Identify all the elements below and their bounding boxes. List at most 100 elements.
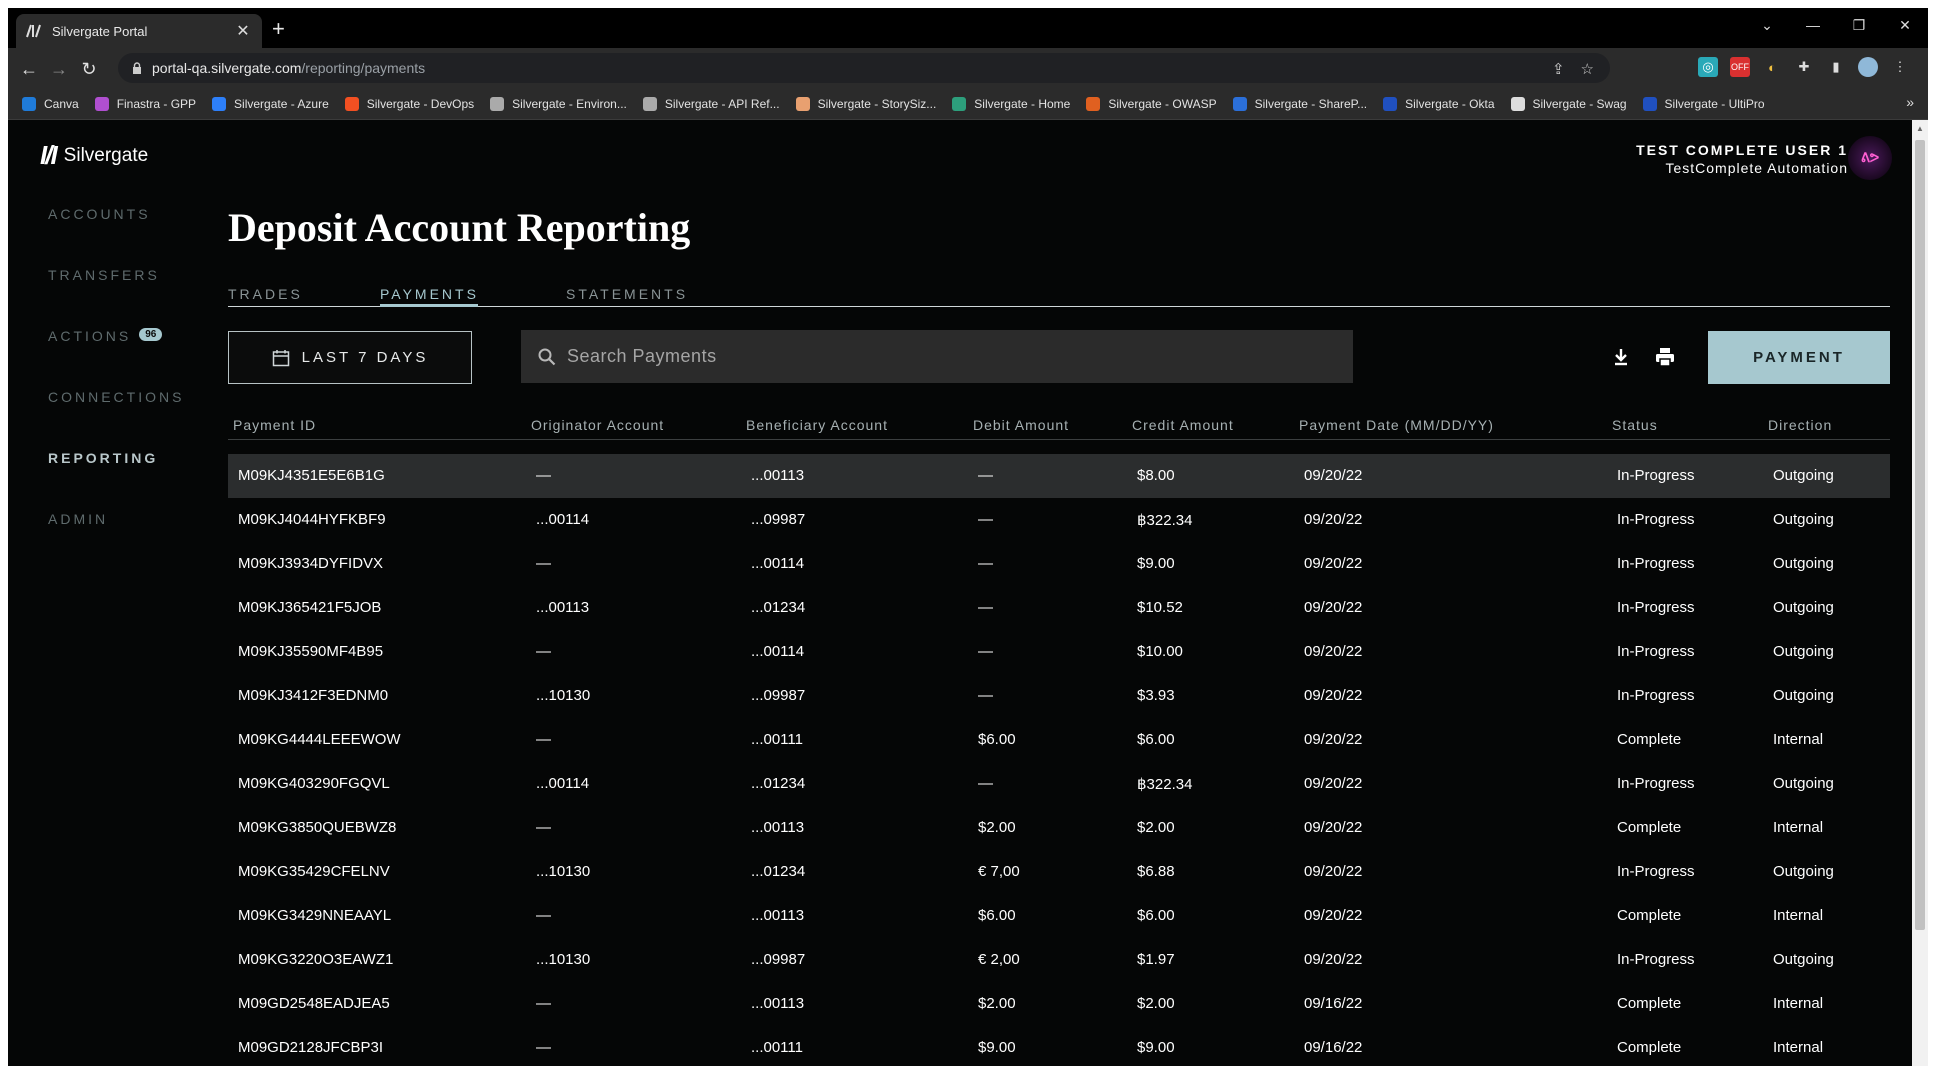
print-icon[interactable] <box>1654 346 1676 368</box>
bookmark-item[interactable]: Silvergate - Azure <box>212 96 329 111</box>
sidebar-item-transfers[interactable]: TRANSFERS <box>48 267 184 328</box>
extension-teal-icon[interactable]: ◎ <box>1698 57 1718 77</box>
extension-bulb-icon[interactable]: ◐ <box>1762 57 1782 77</box>
table-cell: 09/20/22 <box>1304 599 1363 616</box>
column-header[interactable]: Payment Date (MM/DD/YY) <box>1299 417 1494 433</box>
side-panel-icon[interactable]: ▮ <box>1826 57 1846 77</box>
column-header[interactable]: Beneficiary Account <box>746 417 888 433</box>
table-cell: 09/20/22 <box>1304 951 1363 968</box>
bookmark-star-icon[interactable]: ☆ <box>1581 60 1594 78</box>
new-payment-button[interactable]: PAYMENT <box>1708 331 1890 384</box>
table-cell: Complete <box>1617 819 1682 836</box>
table-row[interactable]: M09KJ3412F3EDNM0 ...10130 ...09987 — $3.93 09… <box>228 674 1890 718</box>
table-cell: Outgoing <box>1773 599 1834 616</box>
table-row[interactable]: M09GD2128JFCBP3I — ...00111 $9.00 $9.00 09/16… <box>228 1026 1890 1066</box>
table-cell: M09KG3850QUEBWZ8 <box>238 819 397 836</box>
table-cell: ...00114 <box>536 775 590 792</box>
table-row[interactable]: M09KJ4351E5E6B1G — ...00113 — $8.00 09/20/22 I… <box>228 454 1890 498</box>
sidebar-item-accounts[interactable]: ACCOUNTS <box>48 206 184 267</box>
table-cell: M09KG403290FGQVL <box>238 775 390 792</box>
bookmark-item[interactable]: Finastra - GPP <box>94 96 196 111</box>
table-cell: 09/20/22 <box>1304 511 1363 528</box>
bookmark-icon <box>795 96 810 111</box>
close-window-icon[interactable]: ✕ <box>1882 8 1928 42</box>
back-icon[interactable]: ← <box>16 56 42 82</box>
bookmark-item[interactable]: Silvergate - DevOps <box>344 96 474 111</box>
profile-avatar-icon[interactable] <box>1858 57 1878 77</box>
table-row[interactable]: M09KG3429NNEAAYL — ...00113 $6.00 $6.00 09/20… <box>228 894 1890 938</box>
bookmark-item[interactable]: Silvergate - StorySiz... <box>795 96 936 111</box>
extension-red-icon[interactable]: OFF <box>1730 57 1750 77</box>
sidebar-item-connections[interactable]: CONNECTIONS <box>48 389 184 450</box>
page-scrollbar[interactable]: ▲ <box>1912 120 1928 1066</box>
table-cell: — <box>536 907 551 924</box>
new-tab-icon[interactable]: + <box>272 18 285 40</box>
tab-search-icon[interactable]: ⌄ <box>1744 8 1790 42</box>
scroll-up-icon[interactable]: ▲ <box>1916 124 1924 133</box>
extensions-puzzle-icon[interactable]: ✚ <box>1794 57 1814 77</box>
table-row[interactable]: M09KJ365421F5JOB ...00113 ...01234 — $10.52 0… <box>228 586 1890 630</box>
bookmark-label: Silvergate - API Ref... <box>664 96 780 111</box>
column-header[interactable]: Debit Amount <box>973 417 1069 433</box>
table-cell: Outgoing <box>1773 775 1834 792</box>
user-info[interactable]: TEST COMPLETE USER 1 TestComplete Automa… <box>1636 142 1848 176</box>
bookmark-item[interactable]: Silvergate - ShareP... <box>1232 96 1367 111</box>
bookmark-item[interactable]: Silvergate - Swag <box>1510 96 1627 111</box>
active-tab-indicator <box>380 304 478 307</box>
sidebar-item-actions[interactable]: ACTIONS 96 <box>48 328 184 389</box>
browser-tab[interactable]: Silvergate Portal ✕ <box>16 14 262 48</box>
tab-statements[interactable]: STATEMENTS <box>566 286 688 302</box>
tab-trades[interactable]: TRADES <box>228 286 303 302</box>
sidebar-item-reporting[interactable]: REPORTING <box>48 450 184 511</box>
table-row[interactable]: M09KG3220O3EAWZ1 ...10130 ...09987 € 2,00 $1… <box>228 938 1890 982</box>
share-icon[interactable]: ⇪ <box>1552 60 1565 78</box>
table-cell: — <box>978 467 993 484</box>
download-icon[interactable] <box>1610 346 1632 368</box>
bookmark-item[interactable]: Silvergate - API Ref... <box>642 96 780 111</box>
table-row[interactable]: M09KJ3934DYFIDVX — ...00114 — $9.00 09/20/22 I… <box>228 542 1890 586</box>
table-row[interactable]: M09GD2548EADJEA5 — ...00113 $2.00 $2.00 09/16… <box>228 982 1890 1026</box>
column-header[interactable]: Credit Amount <box>1132 417 1234 433</box>
table-row[interactable]: M09KJ4044HYFKBF9 ...00114 ...09987 — ฿322.34… <box>228 498 1890 542</box>
sidebar-item-admin[interactable]: ADMIN <box>48 511 184 572</box>
avatar[interactable]: ᕕᕗ <box>1848 136 1892 180</box>
bookmark-icon <box>1086 96 1101 111</box>
table-row[interactable]: M09KG4444LEEEWOW — ...00111 $6.00 $6.00 09/20… <box>228 718 1890 762</box>
table-cell: ...01234 <box>751 863 806 880</box>
column-header[interactable]: Payment ID <box>233 417 316 433</box>
silvergate-logo[interactable]: I/I Silvergate <box>40 140 148 171</box>
table-row[interactable]: M09KG403290FGQVL ...00114 ...01234 — ฿322.34… <box>228 762 1890 806</box>
table-cell: In-Progress <box>1617 599 1695 616</box>
date-range-label: LAST 7 DAYS <box>301 349 429 366</box>
scrollbar-thumb[interactable] <box>1915 140 1925 930</box>
bookmark-item[interactable]: Silvergate - Environ... <box>490 96 627 111</box>
reload-icon[interactable]: ↻ <box>76 56 102 82</box>
bookmark-item[interactable]: Silvergate - Okta <box>1383 96 1495 111</box>
tab-payments[interactable]: PAYMENTS <box>380 286 479 302</box>
minimize-icon[interactable]: — <box>1790 8 1836 42</box>
restore-icon[interactable]: ❐ <box>1836 8 1882 42</box>
search-input[interactable] <box>567 346 1327 367</box>
table-cell: Internal <box>1773 731 1824 748</box>
forward-icon[interactable]: → <box>46 56 72 82</box>
tab-close-icon[interactable]: ✕ <box>234 21 252 41</box>
column-header[interactable]: Direction <box>1768 417 1832 433</box>
bookmark-item[interactable]: Silvergate - OWASP <box>1086 96 1217 111</box>
table-cell: Complete <box>1617 1039 1682 1056</box>
table-row[interactable]: M09KG35429CFELNV ...10130 ...01234 € 7,00 $6… <box>228 850 1890 894</box>
bookmark-item[interactable]: Canva <box>22 96 79 111</box>
browser-menu-icon[interactable]: ⋮ <box>1890 57 1910 77</box>
column-header[interactable]: Originator Account <box>531 417 664 433</box>
bookmark-icon <box>94 96 109 111</box>
table-cell: ...00113 <box>536 599 590 616</box>
date-range-button[interactable]: LAST 7 DAYS <box>228 331 472 384</box>
bookmark-item[interactable]: Silvergate - UltiPro <box>1642 96 1765 111</box>
address-bar[interactable]: portal-qa.silvergate.com/reporting/payme… <box>118 53 1610 83</box>
more-bookmarks-icon[interactable]: » <box>1906 94 1914 110</box>
search-payments-box[interactable] <box>521 330 1353 383</box>
bookmark-icon <box>344 96 359 111</box>
table-row[interactable]: M09KG3850QUEBWZ8 — ...00113 $2.00 $2.00 09/20… <box>228 806 1890 850</box>
column-header[interactable]: Status <box>1612 417 1658 433</box>
table-row[interactable]: M09KJ35590MF4B95 — ...00114 — $10.00 09/20/22… <box>228 630 1890 674</box>
bookmark-item[interactable]: Silvergate - Home <box>952 96 1070 111</box>
